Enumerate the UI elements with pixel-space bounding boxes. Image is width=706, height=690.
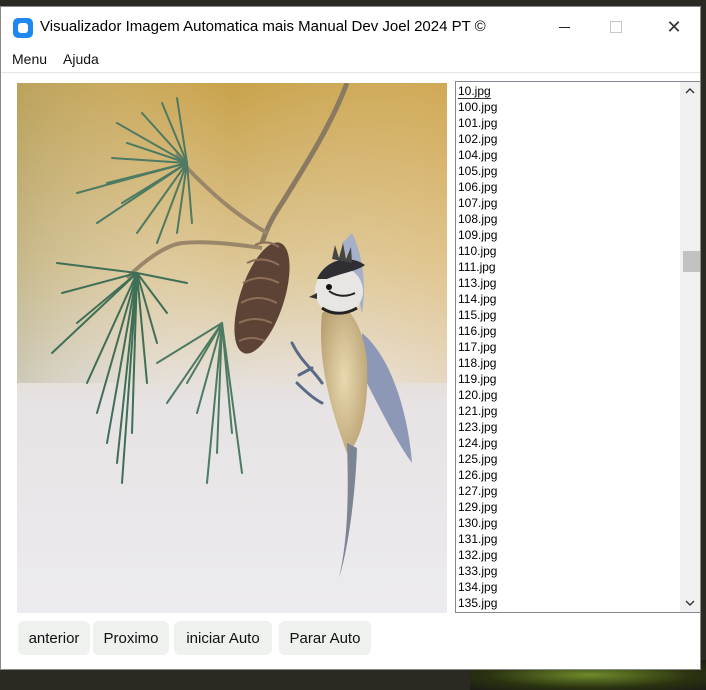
file-list-item-label: 133.jpg [458,564,498,578]
window-title: Visualizador Imagem Automatica mais Manu… [40,18,486,35]
start-auto-button[interactable]: iniciar Auto [174,621,272,655]
file-list-item-label: 116.jpg [458,324,497,338]
file-list-item-label: 100.jpg [458,100,498,114]
maximize-button[interactable] [593,7,639,47]
file-list-item-label: 109.jpg [458,228,498,242]
file-list-item-label: 106.jpg [458,180,498,194]
file-list-item-label: 132.jpg [458,548,498,562]
file-list-item[interactable]: 110.jpg [457,243,681,259]
menu-item-ajuda[interactable]: Ajuda [63,51,99,67]
close-icon: ✕ [666,16,682,37]
file-list-item-label: 119.jpg [458,372,497,386]
file-list-item[interactable]: 102.jpg [457,131,681,147]
file-list-item-label: 131.jpg [458,532,498,546]
file-list-item-label: 108.jpg [458,212,498,226]
file-list-item[interactable]: 127.jpg [457,483,681,499]
minimize-button[interactable] [541,7,587,47]
file-list-item[interactable]: 132.jpg [457,547,681,563]
file-list-item[interactable]: 107.jpg [457,195,681,211]
file-list-item-label: 134.jpg [458,580,498,594]
file-list-item[interactable]: 106.jpg [457,179,681,195]
file-list-item[interactable]: 117.jpg [457,339,681,355]
file-list-item[interactable]: 129.jpg [457,499,681,515]
next-button[interactable]: Proximo [93,621,169,655]
file-list-item-label: 125.jpg [458,452,498,466]
file-list-item[interactable]: 115.jpg [457,307,681,323]
file-list-item[interactable]: 124.jpg [457,435,681,451]
file-list-item-label: 118.jpg [458,356,497,370]
file-list-item[interactable]: 104.jpg [457,147,681,163]
chevron-up-icon [685,88,695,94]
file-list-item[interactable]: 109.jpg [457,227,681,243]
menu-bar: Menu Ajuda [1,47,700,73]
file-list-item-label: 130.jpg [458,516,498,530]
file-list-item[interactable]: 10.jpg [457,83,681,99]
file-list-item[interactable]: 118.jpg [457,355,681,371]
file-list-item-label: 102.jpg [458,132,498,146]
file-listbox[interactable]: 10.jpg 100.jpg 101.jpg 102.jpg 104.jpg 105.jp… [455,81,700,613]
file-list-item[interactable]: 120.jpg [457,387,681,403]
title-bar[interactable]: Visualizador Imagem Automatica mais Manu… [1,7,700,47]
minimize-icon [558,26,570,28]
file-list-item-label: 126.jpg [458,468,498,482]
file-list-item[interactable]: 114.jpg [457,291,681,307]
bird-photo-image [17,83,447,613]
file-list-item[interactable]: 105.jpg [457,163,681,179]
file-list-item-label: 127.jpg [458,484,498,498]
file-list-item-label: 113.jpg [458,276,497,290]
file-list-item[interactable]: 100.jpg [457,99,681,115]
menu-item-menu[interactable]: Menu [12,51,47,67]
scroll-thumb[interactable] [683,251,700,272]
file-list-item[interactable]: 126.jpg [457,467,681,483]
file-list-item[interactable]: 130.jpg [457,515,681,531]
file-list-item-label: 124.jpg [458,436,498,450]
file-list-item[interactable]: 113.jpg [457,275,681,291]
file-list-item[interactable]: 125.jpg [457,451,681,467]
file-list-item-label: 120.jpg [458,388,498,402]
file-list-item-label: 115.jpg [458,308,497,322]
close-button[interactable]: ✕ [651,7,697,47]
maximize-icon [610,21,622,33]
file-list-item[interactable]: 111.jpg [457,259,681,275]
file-list-item-label: 135.jpg [458,596,498,610]
file-list-item-label: 114.jpg [458,292,497,306]
file-list-item-label: 129.jpg [458,500,498,514]
file-list-item[interactable]: 134.jpg [457,579,681,595]
file-list-item[interactable]: 123.jpg [457,419,681,435]
scroll-down-button[interactable] [680,594,700,612]
file-list-item-label: 111.jpg [458,260,496,274]
file-list-item-label: 10.jpg [458,84,491,99]
image-viewer [17,83,447,613]
previous-button[interactable]: anterior [18,621,90,655]
file-list-item-label: 105.jpg [458,164,498,178]
app-window: Visualizador Imagem Automatica mais Manu… [0,6,701,670]
file-list-item[interactable]: 116.jpg [457,323,681,339]
file-list-item-label: 107.jpg [458,196,498,210]
stop-auto-button[interactable]: Parar Auto [279,621,371,655]
file-list-item-label: 104.jpg [458,148,498,162]
file-list-item-label: 123.jpg [458,420,498,434]
file-list-item-label: 117.jpg [458,340,497,354]
file-list-item[interactable]: 119.jpg [457,371,681,387]
file-list-item-label: 121.jpg [458,404,498,418]
vertical-scrollbar[interactable] [680,82,700,612]
app-icon [13,18,33,38]
scroll-up-button[interactable] [680,82,700,100]
chevron-down-icon [685,600,695,606]
file-list-item[interactable]: 135.jpg [457,595,681,611]
file-list-item[interactable]: 121.jpg [457,403,681,419]
file-list-rows: 10.jpg 100.jpg 101.jpg 102.jpg 104.jpg 105.jp… [457,83,681,611]
file-list-item-label: 101.jpg [458,116,498,130]
file-list-item[interactable]: 101.jpg [457,115,681,131]
file-list-item[interactable]: 133.jpg [457,563,681,579]
file-list-item[interactable]: 131.jpg [457,531,681,547]
file-list-item-label: 110.jpg [458,244,497,258]
file-list-item[interactable]: 108.jpg [457,211,681,227]
